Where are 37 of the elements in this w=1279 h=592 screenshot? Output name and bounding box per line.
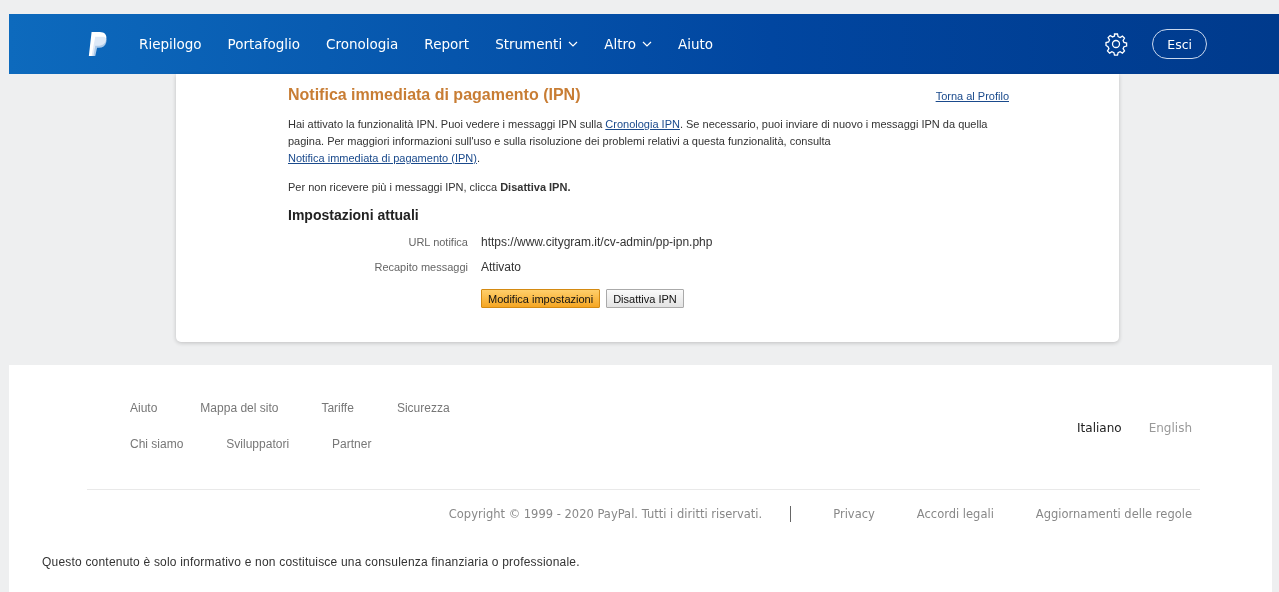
back-link[interactable]: Torna al Profilo [935,90,1009,102]
legal-link[interactable]: Aggiornamenti delle regole [1035,507,1192,521]
help-link[interactable]: Notifica immediata di pagamento (IPN) [288,152,477,164]
page-title: Notifica immediata di pagamento (IPN) [288,86,581,104]
logo-icon[interactable] [87,31,109,57]
chevron-down-icon [568,41,579,47]
intro-paragraph: Hai attivato la funzionalità IPN. Puoi vedere i messaggi IPN sulla Cronologia IPN. Se necessario, puoi inviare di nuovo i messaggi IPN da quella pagina. Per maggiori informazioni sull'uso e sulla risoluzione dei problemi relativi a questa funzionalità, consulta Notifica immediata di pagamento (IPN). [288,117,989,166]
legal-link[interactable]: Privacy [833,507,875,521]
footer-link[interactable]: Sicurezza [396,401,450,415]
section-heading: Impostazioni attuali [288,207,420,223]
chevron-down-icon [641,41,652,47]
help-link[interactable]: Cronologia IPN [605,118,680,130]
nav-link[interactable]: Altro [604,36,652,52]
setting-value: Attivato [481,259,522,274]
language-link[interactable]: Italiano [1077,421,1122,489]
nav-link[interactable]: Portafoglio [227,36,300,52]
footer-link[interactable]: Chi siamo [130,437,184,451]
footer-link[interactable]: Partner [332,437,372,451]
nav-link[interactable]: Strumenti [495,36,579,52]
settings-icon[interactable] [1104,32,1129,56]
edit-settings-button[interactable]: Modifica impostazioni [481,289,601,308]
disclaimer-text: Questo contenuto è solo informativo e non costituisce una consulenza finanziaria o professionale. [42,555,581,569]
setting-label: Recapito messaggi [373,260,469,273]
setting-value: https://www.citygram.it/cv-admin/pp-ipn.php [481,234,713,249]
footer-link[interactable]: Tariffe [321,401,354,415]
disable-button[interactable]: Disattiva IPN [606,289,684,308]
legal-link[interactable]: Accordi legali [916,507,994,521]
nav-link[interactable]: Aiuto [677,36,714,52]
nav-link[interactable]: Cronologia [326,36,399,52]
disable-note: Per non ricevere più i messaggi IPN, clicca Disattiva IPN. [288,180,572,195]
footer-link[interactable]: Sviluppatori [226,437,290,451]
nav-link[interactable]: Riepilogo [139,36,202,52]
copyright-text: Copyright © 1999 - 2020 PayPal. Tutti i diritti riservati. [448,507,763,521]
footer-link[interactable]: Mappa del sito [200,401,279,415]
footer-link[interactable]: Aiuto [130,401,158,415]
setting-label: URL notifica [407,235,469,248]
nav-link[interactable]: Report [424,36,470,52]
